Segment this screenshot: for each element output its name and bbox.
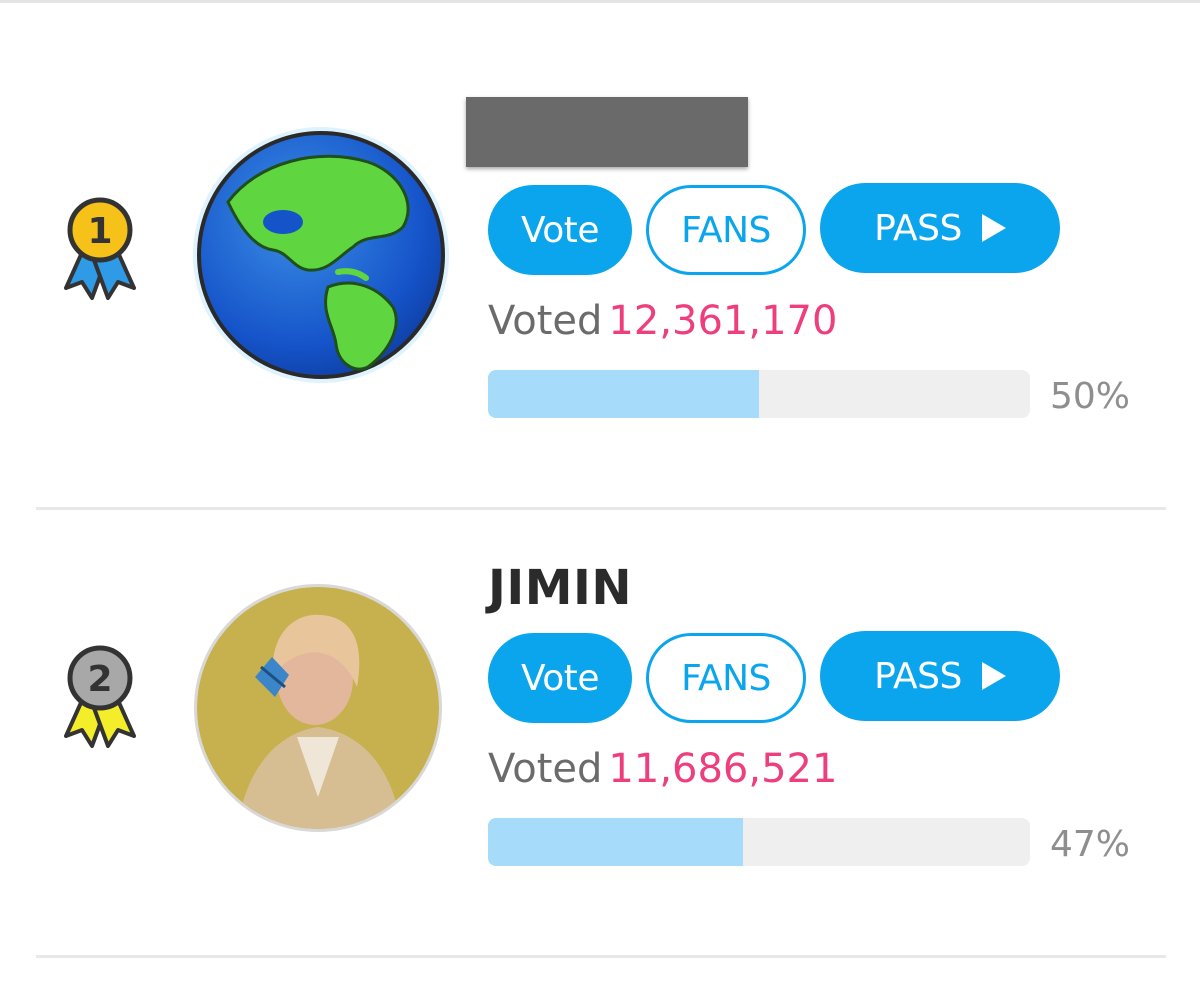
fans-button[interactable]: FANS — [646, 633, 806, 723]
artist-photo — [197, 587, 439, 829]
ranking-row-2: 2 JIMIN Vote FANS PASS Voted 11,686,521 4… — [0, 0, 1200, 866]
pass-button-label: PASS — [874, 655, 962, 697]
vote-percent: 47% — [1050, 824, 1131, 865]
row-divider — [36, 955, 1166, 958]
fans-button-label: FANS — [681, 657, 771, 699]
row-divider — [36, 507, 1166, 510]
medal-rank: 2 — [87, 659, 112, 700]
medal-icon: 2 — [64, 645, 136, 748]
pass-button[interactable]: PASS — [820, 631, 1060, 721]
avatar — [194, 584, 442, 832]
play-icon — [981, 662, 1006, 690]
vote-button-label: Vote — [520, 657, 600, 699]
artist-name: JIMIN — [488, 560, 633, 616]
voted-count: Voted 11,686,521 — [488, 746, 837, 792]
vote-progress-fill — [488, 818, 743, 866]
vote-button[interactable]: Vote — [488, 633, 632, 723]
vote-progress-bar — [488, 818, 1030, 866]
voted-label: Voted — [488, 746, 603, 792]
vote-number: 11,686,521 — [608, 746, 838, 792]
